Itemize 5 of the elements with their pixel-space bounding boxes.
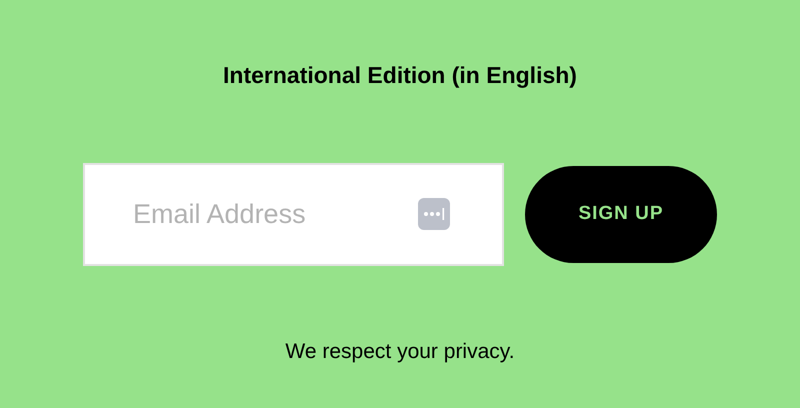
privacy-note: We respect your privacy.	[285, 339, 515, 365]
password-key-icon[interactable]	[418, 198, 450, 230]
email-field[interactable]: Email Address	[83, 163, 504, 266]
heading: International Edition (in English)	[223, 61, 577, 90]
sign-up-button[interactable]: SIGN UP	[525, 166, 717, 263]
